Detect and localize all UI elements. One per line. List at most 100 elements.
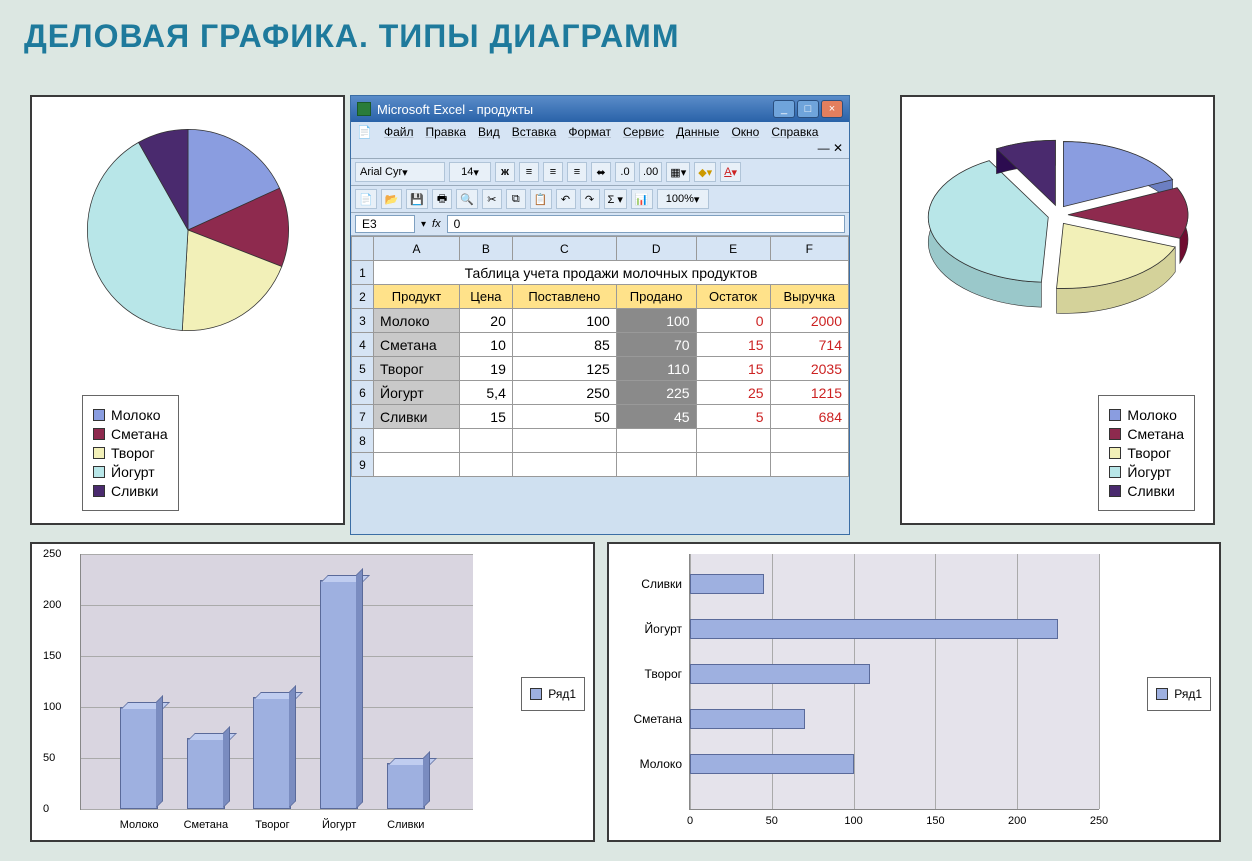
column-chart-3d-panel: 050100150200250МолокоСметанаТворогЙогурт… xyxy=(30,542,595,842)
doc-icon: 📄 xyxy=(357,125,372,139)
excel-titlebar[interactable]: Microsoft Excel - продукты _ □ × xyxy=(351,96,849,122)
legend-item: Сметана xyxy=(93,426,168,442)
column-bar xyxy=(387,763,425,809)
y-tick-label: 150 xyxy=(43,650,469,662)
header-supplied[interactable]: Поставлено xyxy=(512,285,616,309)
maximize-button[interactable]: □ xyxy=(797,100,819,118)
menu-file[interactable]: Файл xyxy=(384,125,414,139)
y-category-label: Сметана xyxy=(633,712,690,726)
menu-insert[interactable]: Вставка xyxy=(512,125,557,139)
table-title-cell[interactable]: Таблица учета продажи молочных продуктов xyxy=(374,261,849,285)
save-button[interactable]: 💾 xyxy=(406,189,428,209)
column-chart-legend: Ряд1 xyxy=(521,677,585,711)
bold-button[interactable]: ж xyxy=(495,162,515,182)
table-row[interactable]: 6 Йогурт 5,4 250 225 25 1215 xyxy=(352,381,849,405)
header-revenue[interactable]: Выручка xyxy=(770,285,848,309)
header-rest[interactable]: Остаток xyxy=(696,285,770,309)
preview-button[interactable]: 🔍 xyxy=(456,189,478,209)
header-price[interactable]: Цена xyxy=(459,285,512,309)
minimize-button[interactable]: _ xyxy=(773,100,795,118)
x-tick-label: Молоко xyxy=(109,819,169,831)
pie-chart-3d-panel: МолокоСметанаТворогЙогуртСливки xyxy=(900,95,1215,525)
autosum-button[interactable]: Σ ▾ xyxy=(604,189,627,209)
column-bar xyxy=(320,580,358,810)
col-header-d[interactable]: D xyxy=(616,237,696,261)
format-toolbar: Arial Cyr ▾ 14 ▾ ж ≡ ≡ ≡ ⬌ .0 .00 ▦▾ ◆▾ … xyxy=(351,159,849,186)
open-button[interactable]: 📂 xyxy=(381,189,403,209)
legend-item: Молоко xyxy=(1109,407,1184,423)
align-left-button[interactable]: ≡ xyxy=(519,162,539,182)
x-tick-label: 50 xyxy=(766,815,778,827)
paste-button[interactable]: 📋 xyxy=(530,189,552,209)
fx-icon[interactable]: fx xyxy=(432,218,441,230)
col-header-b[interactable]: B xyxy=(459,237,512,261)
col-header-e[interactable]: E xyxy=(696,237,770,261)
bar-chart-horizontal-panel: 050100150200250СливкиЙогуртТворогСметана… xyxy=(607,542,1221,842)
x-tick-label: 250 xyxy=(1090,815,1108,827)
page-title: ДЕЛОВАЯ ГРАФИКА. ТИПЫ ДИАГРАММ xyxy=(0,0,1252,65)
table-row[interactable]: 7 Сливки 15 50 45 5 684 xyxy=(352,405,849,429)
legend-item: Сливки xyxy=(93,483,168,499)
horizontal-bar xyxy=(690,574,764,594)
x-tick-label: Сметана xyxy=(176,819,236,831)
menu-edit[interactable]: Правка xyxy=(425,125,466,139)
font-color-button[interactable]: A▾ xyxy=(720,162,741,182)
x-tick-label: 200 xyxy=(1008,815,1026,827)
undo-button[interactable]: ↶ xyxy=(556,189,576,209)
legend-item: Творог xyxy=(1109,445,1184,461)
menu-window[interactable]: Окно xyxy=(731,125,759,139)
excel-menubar: 📄 Файл Правка Вид Вставка Формат Сервис … xyxy=(351,122,849,159)
column-bar xyxy=(253,697,291,809)
merge-button[interactable]: ⬌ xyxy=(591,162,611,182)
menu-service[interactable]: Сервис xyxy=(623,125,664,139)
spreadsheet-grid[interactable]: A B C D E F 1Таблица учета продажи молоч… xyxy=(351,236,849,477)
y-category-label: Сливки xyxy=(641,577,690,591)
font-name-select[interactable]: Arial Cyr ▾ xyxy=(355,162,445,182)
x-tick-label: 100 xyxy=(844,815,862,827)
table-row[interactable]: 3 Молоко 20 100 100 0 2000 xyxy=(352,309,849,333)
col-header-a[interactable]: A xyxy=(374,237,460,261)
fill-color-button[interactable]: ◆▾ xyxy=(694,162,716,182)
decrease-decimal-button[interactable]: .00 xyxy=(639,162,662,182)
new-button[interactable]: 📄 xyxy=(355,189,377,209)
x-tick-label: Йогурт xyxy=(309,819,369,831)
redo-button[interactable]: ↷ xyxy=(580,189,600,209)
formula-bar: E3 ▾ fx 0 xyxy=(351,213,849,236)
legend-item: Йогурт xyxy=(1109,464,1184,480)
column-bar xyxy=(120,707,158,809)
legend-item: Йогурт xyxy=(93,464,168,480)
table-row[interactable]: 4 Сметана 10 85 70 15 714 xyxy=(352,333,849,357)
standard-toolbar: 📄 📂 💾 🖶 🔍 ✂ ⧉ 📋 ↶ ↷ Σ ▾ 📊 100% ▾ xyxy=(351,186,849,213)
horizontal-bar xyxy=(690,754,854,774)
name-box[interactable]: E3 xyxy=(355,215,415,233)
menu-help[interactable]: Справка xyxy=(771,125,818,139)
x-tick-label: 150 xyxy=(926,815,944,827)
excel-window: Microsoft Excel - продукты _ □ × 📄 Файл … xyxy=(350,95,850,535)
copy-button[interactable]: ⧉ xyxy=(506,189,526,209)
increase-decimal-button[interactable]: .0 xyxy=(615,162,635,182)
align-center-button[interactable]: ≡ xyxy=(543,162,563,182)
borders-button[interactable]: ▦▾ xyxy=(666,162,690,182)
close-button[interactable]: × xyxy=(821,100,843,118)
formula-input[interactable]: 0 xyxy=(447,215,845,233)
font-size-select[interactable]: 14 ▾ xyxy=(449,162,491,182)
header-sold[interactable]: Продано xyxy=(616,285,696,309)
menu-view[interactable]: Вид xyxy=(478,125,500,139)
legend-item: Сливки xyxy=(1109,483,1184,499)
zoom-select[interactable]: 100% ▾ xyxy=(657,189,709,209)
menu-format[interactable]: Формат xyxy=(568,125,611,139)
col-header-c[interactable]: C xyxy=(512,237,616,261)
excel-logo-icon xyxy=(357,102,371,116)
menu-data[interactable]: Данные xyxy=(676,125,719,139)
col-header-f[interactable]: F xyxy=(770,237,848,261)
table-row[interactable]: 5 Творог 19 125 110 15 2035 xyxy=(352,357,849,381)
print-button[interactable]: 🖶 xyxy=(432,189,452,209)
x-tick-label: 0 xyxy=(687,815,693,827)
header-product[interactable]: Продукт xyxy=(374,285,460,309)
chart-wizard-button[interactable]: 📊 xyxy=(631,189,653,209)
align-right-button[interactable]: ≡ xyxy=(567,162,587,182)
cut-button[interactable]: ✂ xyxy=(482,189,502,209)
column-chart-plot: 050100150200250МолокоСметанаТворогЙогурт… xyxy=(80,554,473,810)
name-box-dropdown-icon[interactable]: ▾ xyxy=(421,219,426,230)
column-bar xyxy=(187,738,225,809)
